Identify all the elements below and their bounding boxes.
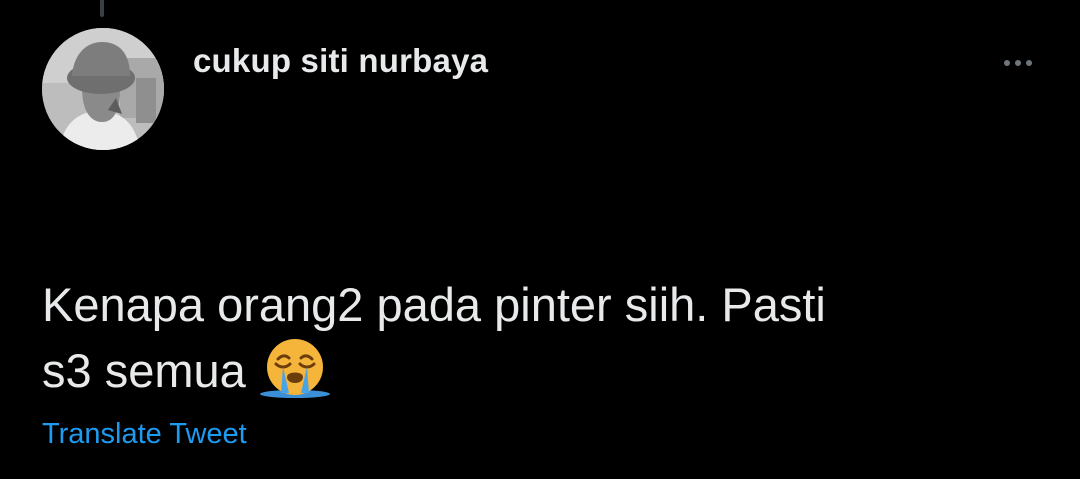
more-options-icon — [1004, 60, 1010, 66]
more-options-button[interactable] — [996, 50, 1040, 76]
tweet-text: Kenapa orang2 pada pinter siih. Pasti s3… — [42, 272, 1042, 415]
more-options-icon-dot — [1015, 60, 1021, 66]
tweet-text-fragment: s3 semua — [42, 344, 246, 397]
translate-tweet-link[interactable]: Translate Tweet — [42, 418, 247, 451]
thread-connector-line — [100, 0, 104, 17]
avatar[interactable] — [42, 28, 164, 150]
tweet-text-line-2: s3 semua — [42, 337, 1042, 415]
display-name[interactable]: cukup siti nurbaya — [193, 42, 488, 80]
tweet-text-line: Kenapa orang2 pada pinter siih. Pasti — [42, 278, 826, 331]
more-options-icon-dot — [1026, 60, 1032, 66]
loudly-crying-face-emoji — [256, 337, 334, 415]
